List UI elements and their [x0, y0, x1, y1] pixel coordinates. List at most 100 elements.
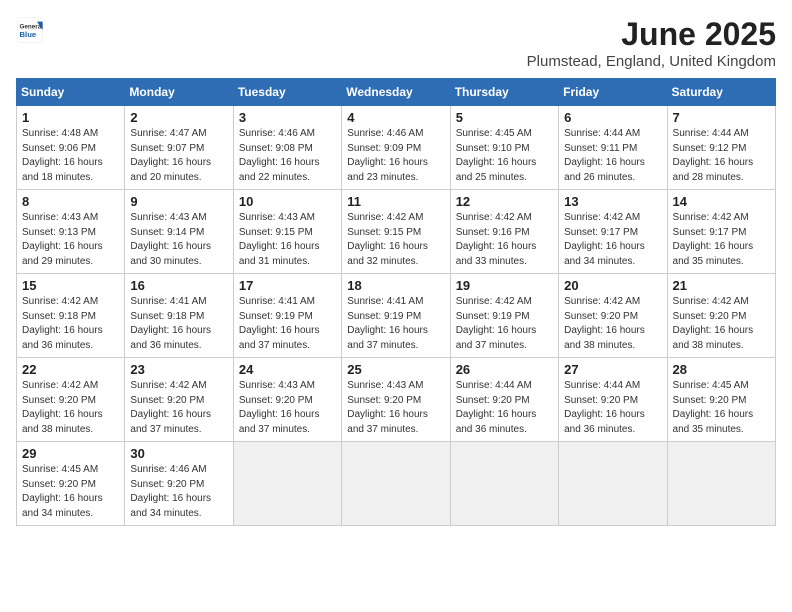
- calendar-cell: 14 Sunrise: 4:42 AMSunset: 9:17 PMDaylig…: [667, 190, 775, 274]
- day-number: 8: [22, 194, 119, 209]
- day-number: 17: [239, 278, 336, 293]
- calendar-cell: [342, 442, 450, 526]
- day-detail: Sunrise: 4:42 AMSunset: 9:15 PMDaylight:…: [347, 212, 428, 267]
- calendar-cell: 17 Sunrise: 4:41 AMSunset: 9:19 PMDaylig…: [233, 274, 341, 358]
- day-detail: Sunrise: 4:45 AMSunset: 9:20 PMDaylight:…: [22, 464, 103, 519]
- day-detail: Sunrise: 4:43 AMSunset: 9:13 PMDaylight:…: [22, 212, 103, 267]
- calendar-cell: [233, 442, 341, 526]
- day-detail: Sunrise: 4:45 AMSunset: 9:10 PMDaylight:…: [456, 128, 537, 183]
- day-detail: Sunrise: 4:46 AMSunset: 9:08 PMDaylight:…: [239, 128, 320, 183]
- day-number: 26: [456, 362, 553, 377]
- calendar-cell: 21 Sunrise: 4:42 AMSunset: 9:20 PMDaylig…: [667, 274, 775, 358]
- col-header-saturday: Saturday: [667, 79, 775, 106]
- day-detail: Sunrise: 4:43 AMSunset: 9:20 PMDaylight:…: [239, 380, 320, 435]
- calendar-week-row: 1 Sunrise: 4:48 AMSunset: 9:06 PMDayligh…: [17, 106, 776, 190]
- calendar-cell: 29 Sunrise: 4:45 AMSunset: 9:20 PMDaylig…: [17, 442, 125, 526]
- day-detail: Sunrise: 4:41 AMSunset: 9:18 PMDaylight:…: [130, 296, 211, 351]
- calendar-cell: [450, 442, 558, 526]
- day-detail: Sunrise: 4:43 AMSunset: 9:15 PMDaylight:…: [239, 212, 320, 267]
- day-detail: Sunrise: 4:42 AMSunset: 9:17 PMDaylight:…: [564, 212, 645, 267]
- day-detail: Sunrise: 4:42 AMSunset: 9:16 PMDaylight:…: [456, 212, 537, 267]
- day-number: 6: [564, 110, 661, 125]
- calendar-cell: 24 Sunrise: 4:43 AMSunset: 9:20 PMDaylig…: [233, 358, 341, 442]
- day-number: 19: [456, 278, 553, 293]
- day-detail: Sunrise: 4:41 AMSunset: 9:19 PMDaylight:…: [347, 296, 428, 351]
- calendar-cell: 5 Sunrise: 4:45 AMSunset: 9:10 PMDayligh…: [450, 106, 558, 190]
- calendar-cell: 23 Sunrise: 4:42 AMSunset: 9:20 PMDaylig…: [125, 358, 233, 442]
- day-detail: Sunrise: 4:42 AMSunset: 9:18 PMDaylight:…: [22, 296, 103, 351]
- day-number: 29: [22, 446, 119, 461]
- day-number: 25: [347, 362, 444, 377]
- calendar-cell: 3 Sunrise: 4:46 AMSunset: 9:08 PMDayligh…: [233, 106, 341, 190]
- col-header-monday: Monday: [125, 79, 233, 106]
- day-number: 23: [130, 362, 227, 377]
- day-detail: Sunrise: 4:42 AMSunset: 9:17 PMDaylight:…: [673, 212, 754, 267]
- calendar-cell: 11 Sunrise: 4:42 AMSunset: 9:15 PMDaylig…: [342, 190, 450, 274]
- day-number: 7: [673, 110, 770, 125]
- calendar-cell: 15 Sunrise: 4:42 AMSunset: 9:18 PMDaylig…: [17, 274, 125, 358]
- calendar-cell: 7 Sunrise: 4:44 AMSunset: 9:12 PMDayligh…: [667, 106, 775, 190]
- day-number: 14: [673, 194, 770, 209]
- day-detail: Sunrise: 4:44 AMSunset: 9:20 PMDaylight:…: [456, 380, 537, 435]
- day-detail: Sunrise: 4:46 AMSunset: 9:20 PMDaylight:…: [130, 464, 211, 519]
- calendar-cell: 6 Sunrise: 4:44 AMSunset: 9:11 PMDayligh…: [559, 106, 667, 190]
- calendar-cell: 16 Sunrise: 4:41 AMSunset: 9:18 PMDaylig…: [125, 274, 233, 358]
- day-number: 3: [239, 110, 336, 125]
- calendar-cell: [559, 442, 667, 526]
- day-number: 21: [673, 278, 770, 293]
- calendar-cell: 8 Sunrise: 4:43 AMSunset: 9:13 PMDayligh…: [17, 190, 125, 274]
- day-number: 15: [22, 278, 119, 293]
- calendar-cell: 27 Sunrise: 4:44 AMSunset: 9:20 PMDaylig…: [559, 358, 667, 442]
- col-header-wednesday: Wednesday: [342, 79, 450, 106]
- calendar-cell: 2 Sunrise: 4:47 AMSunset: 9:07 PMDayligh…: [125, 106, 233, 190]
- day-number: 1: [22, 110, 119, 125]
- day-detail: Sunrise: 4:45 AMSunset: 9:20 PMDaylight:…: [673, 380, 754, 435]
- calendar-week-row: 8 Sunrise: 4:43 AMSunset: 9:13 PMDayligh…: [17, 190, 776, 274]
- calendar-cell: 18 Sunrise: 4:41 AMSunset: 9:19 PMDaylig…: [342, 274, 450, 358]
- col-header-sunday: Sunday: [17, 79, 125, 106]
- day-number: 4: [347, 110, 444, 125]
- calendar-cell: 28 Sunrise: 4:45 AMSunset: 9:20 PMDaylig…: [667, 358, 775, 442]
- calendar-cell: 22 Sunrise: 4:42 AMSunset: 9:20 PMDaylig…: [17, 358, 125, 442]
- day-number: 11: [347, 194, 444, 209]
- day-detail: Sunrise: 4:48 AMSunset: 9:06 PMDaylight:…: [22, 128, 103, 183]
- day-detail: Sunrise: 4:42 AMSunset: 9:20 PMDaylight:…: [130, 380, 211, 435]
- calendar-cell: 1 Sunrise: 4:48 AMSunset: 9:06 PMDayligh…: [17, 106, 125, 190]
- calendar-table: SundayMondayTuesdayWednesdayThursdayFrid…: [16, 78, 776, 526]
- day-number: 22: [22, 362, 119, 377]
- col-header-tuesday: Tuesday: [233, 79, 341, 106]
- col-header-thursday: Thursday: [450, 79, 558, 106]
- day-detail: Sunrise: 4:43 AMSunset: 9:20 PMDaylight:…: [347, 380, 428, 435]
- day-detail: Sunrise: 4:43 AMSunset: 9:14 PMDaylight:…: [130, 212, 211, 267]
- day-detail: Sunrise: 4:47 AMSunset: 9:07 PMDaylight:…: [130, 128, 211, 183]
- day-number: 28: [673, 362, 770, 377]
- day-number: 10: [239, 194, 336, 209]
- day-number: 16: [130, 278, 227, 293]
- day-number: 5: [456, 110, 553, 125]
- calendar-cell: 13 Sunrise: 4:42 AMSunset: 9:17 PMDaylig…: [559, 190, 667, 274]
- day-detail: Sunrise: 4:42 AMSunset: 9:20 PMDaylight:…: [22, 380, 103, 435]
- calendar-cell: 25 Sunrise: 4:43 AMSunset: 9:20 PMDaylig…: [342, 358, 450, 442]
- svg-text:Blue: Blue: [20, 30, 37, 39]
- calendar-cell: 26 Sunrise: 4:44 AMSunset: 9:20 PMDaylig…: [450, 358, 558, 442]
- day-number: 20: [564, 278, 661, 293]
- calendar-cell: 10 Sunrise: 4:43 AMSunset: 9:15 PMDaylig…: [233, 190, 341, 274]
- calendar-cell: 19 Sunrise: 4:42 AMSunset: 9:19 PMDaylig…: [450, 274, 558, 358]
- page-header: General Blue June 2025 Plumstead, Englan…: [16, 16, 776, 70]
- day-number: 27: [564, 362, 661, 377]
- calendar-cell: 9 Sunrise: 4:43 AMSunset: 9:14 PMDayligh…: [125, 190, 233, 274]
- calendar-cell: [667, 442, 775, 526]
- logo: General Blue: [16, 16, 46, 44]
- calendar-week-row: 15 Sunrise: 4:42 AMSunset: 9:18 PMDaylig…: [17, 274, 776, 358]
- calendar-cell: 12 Sunrise: 4:42 AMSunset: 9:16 PMDaylig…: [450, 190, 558, 274]
- day-detail: Sunrise: 4:42 AMSunset: 9:20 PMDaylight:…: [673, 296, 754, 351]
- day-detail: Sunrise: 4:41 AMSunset: 9:19 PMDaylight:…: [239, 296, 320, 351]
- calendar-week-row: 22 Sunrise: 4:42 AMSunset: 9:20 PMDaylig…: [17, 358, 776, 442]
- title-area: June 2025 Plumstead, England, United Kin…: [527, 16, 776, 70]
- day-detail: Sunrise: 4:42 AMSunset: 9:19 PMDaylight:…: [456, 296, 537, 351]
- day-number: 12: [456, 194, 553, 209]
- day-number: 9: [130, 194, 227, 209]
- calendar-week-row: 29 Sunrise: 4:45 AMSunset: 9:20 PMDaylig…: [17, 442, 776, 526]
- day-detail: Sunrise: 4:44 AMSunset: 9:12 PMDaylight:…: [673, 128, 754, 183]
- calendar-cell: 20 Sunrise: 4:42 AMSunset: 9:20 PMDaylig…: [559, 274, 667, 358]
